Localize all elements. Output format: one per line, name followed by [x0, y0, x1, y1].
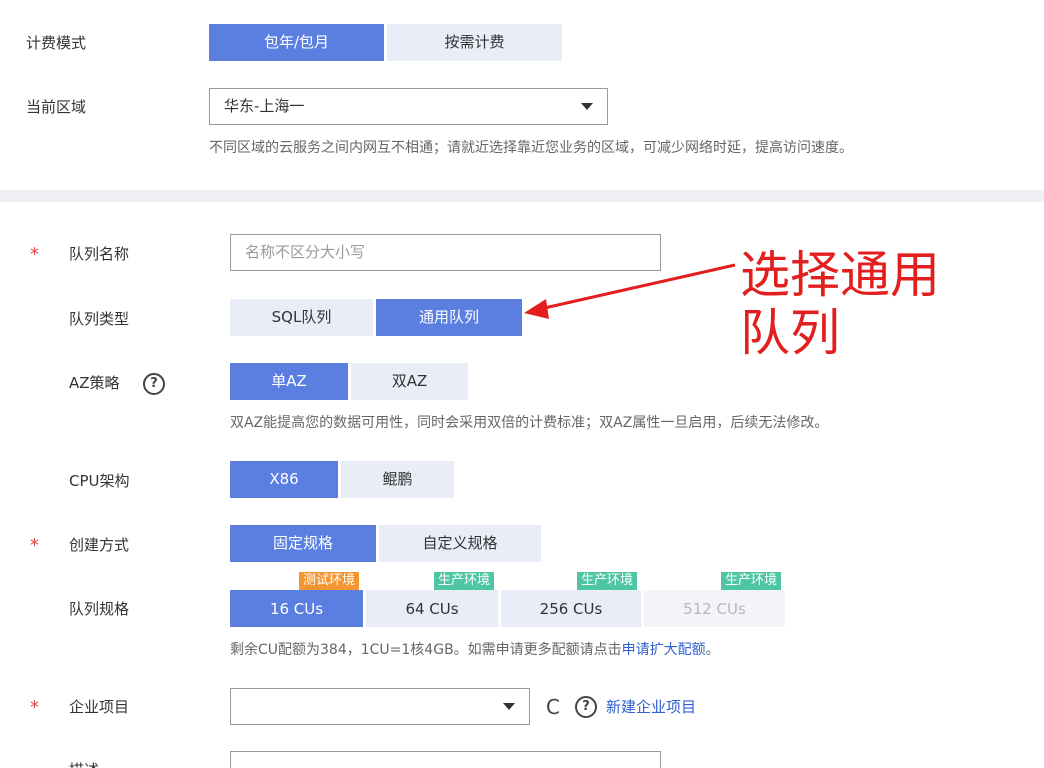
annotation-arrow — [524, 263, 736, 319]
annotation-arrow-line — [539, 263, 736, 311]
purchase-form-page: 计费模式 包年/包月 按需计费 当前区域 华东-上海一 不同区域的云服务之间内网… — [0, 0, 1044, 768]
annotation-text-line1: 选择通用 — [740, 246, 940, 304]
annotation-text-line2: 队列 — [740, 304, 840, 362]
annotation-arrow-head — [524, 299, 549, 319]
